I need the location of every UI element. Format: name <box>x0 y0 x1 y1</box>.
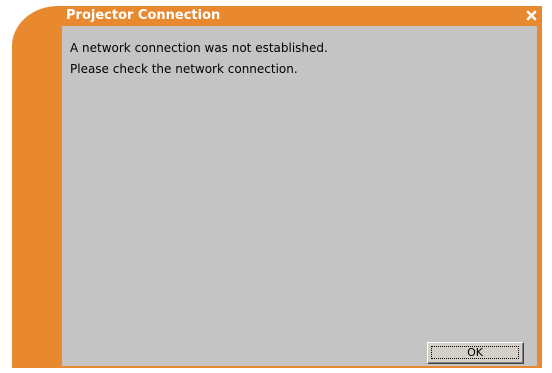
message-area: A network connection was not established… <box>70 38 328 80</box>
title-bar[interactable]: Projector Connection <box>12 6 542 26</box>
ok-button-label: OK <box>431 346 519 359</box>
message-line-2: Please check the network connection. <box>70 62 298 76</box>
close-icon <box>526 10 537 21</box>
close-button[interactable] <box>525 9 538 22</box>
message-line-1: A network connection was not established… <box>70 41 328 55</box>
projector-connection-dialog: Projector Connection A network connectio… <box>12 6 542 368</box>
dialog-body: A network connection was not established… <box>62 26 537 366</box>
ok-button[interactable]: OK <box>427 342 524 364</box>
dialog-title: Projector Connection <box>66 8 221 23</box>
